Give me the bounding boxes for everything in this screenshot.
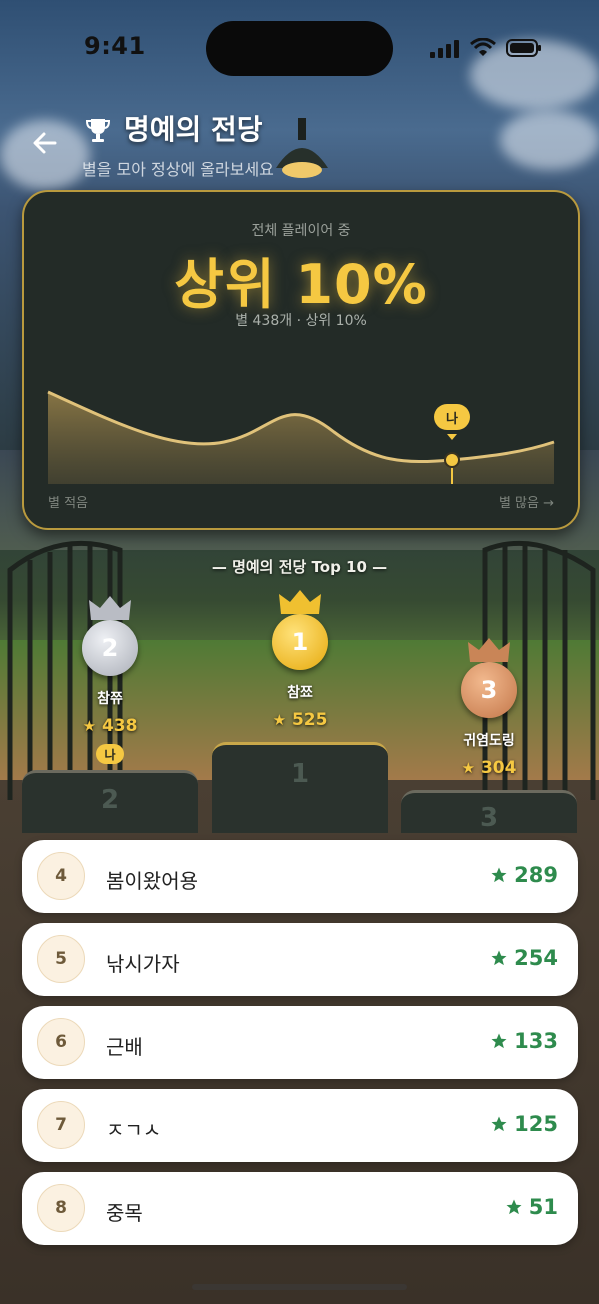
star-icon: ★ <box>82 717 97 735</box>
podium-score: ★ 304 <box>461 758 517 778</box>
podium-score: ★ 525 <box>272 710 328 730</box>
my-position-pin: 나 <box>434 404 470 430</box>
player-name: ㅈㄱㅅ <box>106 1118 162 1142</box>
star-icon: ★ <box>272 711 287 729</box>
rank-number: 4 <box>37 852 85 900</box>
star-icon <box>491 1116 507 1132</box>
status-bar: 9:41 <box>0 0 599 90</box>
crown-icon <box>468 638 510 662</box>
bronze-medal: 3 <box>461 662 517 718</box>
player-name: 중목 <box>106 1201 143 1225</box>
star-icon <box>491 950 507 966</box>
arrow-left-icon <box>33 132 57 154</box>
wifi-icon <box>470 38 496 56</box>
trophy-icon <box>85 119 111 142</box>
player-name: 봄이왔어용 <box>106 869 198 893</box>
podium-player-2[interactable]: 2 참쮸 ★ 438 나 <box>58 594 162 764</box>
podium-score: ★ 438 <box>82 716 138 736</box>
podium-block-3: 3 <box>401 790 577 833</box>
list-item[interactable]: 7 ㅈㄱㅅ 125 <box>22 1089 578 1162</box>
list-item[interactable]: 4 봄이왔어용 289 <box>22 840 578 913</box>
podium-block-2: 2 <box>22 770 198 833</box>
player-score: 133 <box>490 1029 558 1053</box>
cloud <box>500 110 599 170</box>
distribution-curve <box>47 390 555 484</box>
star-icon: ★ <box>461 759 476 777</box>
player-name: 낚시가자 <box>106 952 180 976</box>
player-score: 125 <box>490 1112 558 1136</box>
my-position-marker <box>444 452 460 468</box>
silver-medal: 2 <box>82 620 138 676</box>
rank-number: 6 <box>37 1018 85 1066</box>
podium-name: 참쮸 <box>97 691 123 707</box>
player-score: 254 <box>490 946 558 970</box>
player-score: 289 <box>490 863 558 887</box>
star-icon <box>491 867 507 883</box>
axis-label-low: 별 적음 <box>48 496 89 511</box>
distribution-area <box>48 392 554 484</box>
crown-icon <box>89 596 131 620</box>
back-button[interactable] <box>28 126 62 160</box>
rank-number: 5 <box>37 935 85 983</box>
me-badge: 나 <box>96 744 124 764</box>
star-icon <box>506 1199 522 1215</box>
top10-heading: — 명예의 전당 Top 10 — <box>211 558 388 576</box>
star-icon <box>491 1033 507 1049</box>
gold-medal: 1 <box>272 614 328 670</box>
page-title: 명예의 전당 <box>124 113 263 146</box>
dynamic-island <box>206 21 393 76</box>
list-item[interactable]: 5 낚시가자 254 <box>22 923 578 996</box>
hall-of-fame-screen: 9:41 명예의 전당 별을 모아 정상에 올라보세요 전체 플레이어 중 상위… <box>0 0 599 1304</box>
page-subtitle: 별을 모아 정상에 올라보세요 <box>82 160 274 179</box>
axis-label-high: 별 많음 → <box>498 496 554 511</box>
lamp-decoration <box>276 118 328 178</box>
crown-icon <box>279 590 321 614</box>
podium-player-3[interactable]: 3 귀염도링 ★ 304 <box>437 636 541 778</box>
podium-name: 귀염도링 <box>463 733 515 749</box>
ranking-list: 4 봄이왔어용 289 5 낚시가자 254 6 근배 133 7 ㅈㄱㅅ 12… <box>22 840 578 1255</box>
my-rank-card: 전체 플레이어 중 상위 10% 별 438개 · 상위 10% 나 별 적음 … <box>22 190 580 530</box>
rank-number: 7 <box>37 1101 85 1149</box>
list-item[interactable]: 8 중목 51 <box>22 1172 578 1245</box>
podium-player-1[interactable]: 1 참쬬 ★ 525 <box>248 588 352 730</box>
podium-block-1: 1 <box>212 742 388 833</box>
my-position-pin-arrow <box>447 434 457 440</box>
player-name: 근배 <box>106 1035 143 1059</box>
home-indicator[interactable] <box>192 1284 407 1290</box>
player-score: 51 <box>505 1195 558 1219</box>
rank-number: 8 <box>37 1184 85 1232</box>
battery-icon <box>506 39 541 57</box>
cellular-signal-icon <box>430 40 459 58</box>
status-time: 9:41 <box>84 32 146 60</box>
list-item[interactable]: 6 근배 133 <box>22 1006 578 1079</box>
podium-name: 참쬬 <box>287 685 313 701</box>
